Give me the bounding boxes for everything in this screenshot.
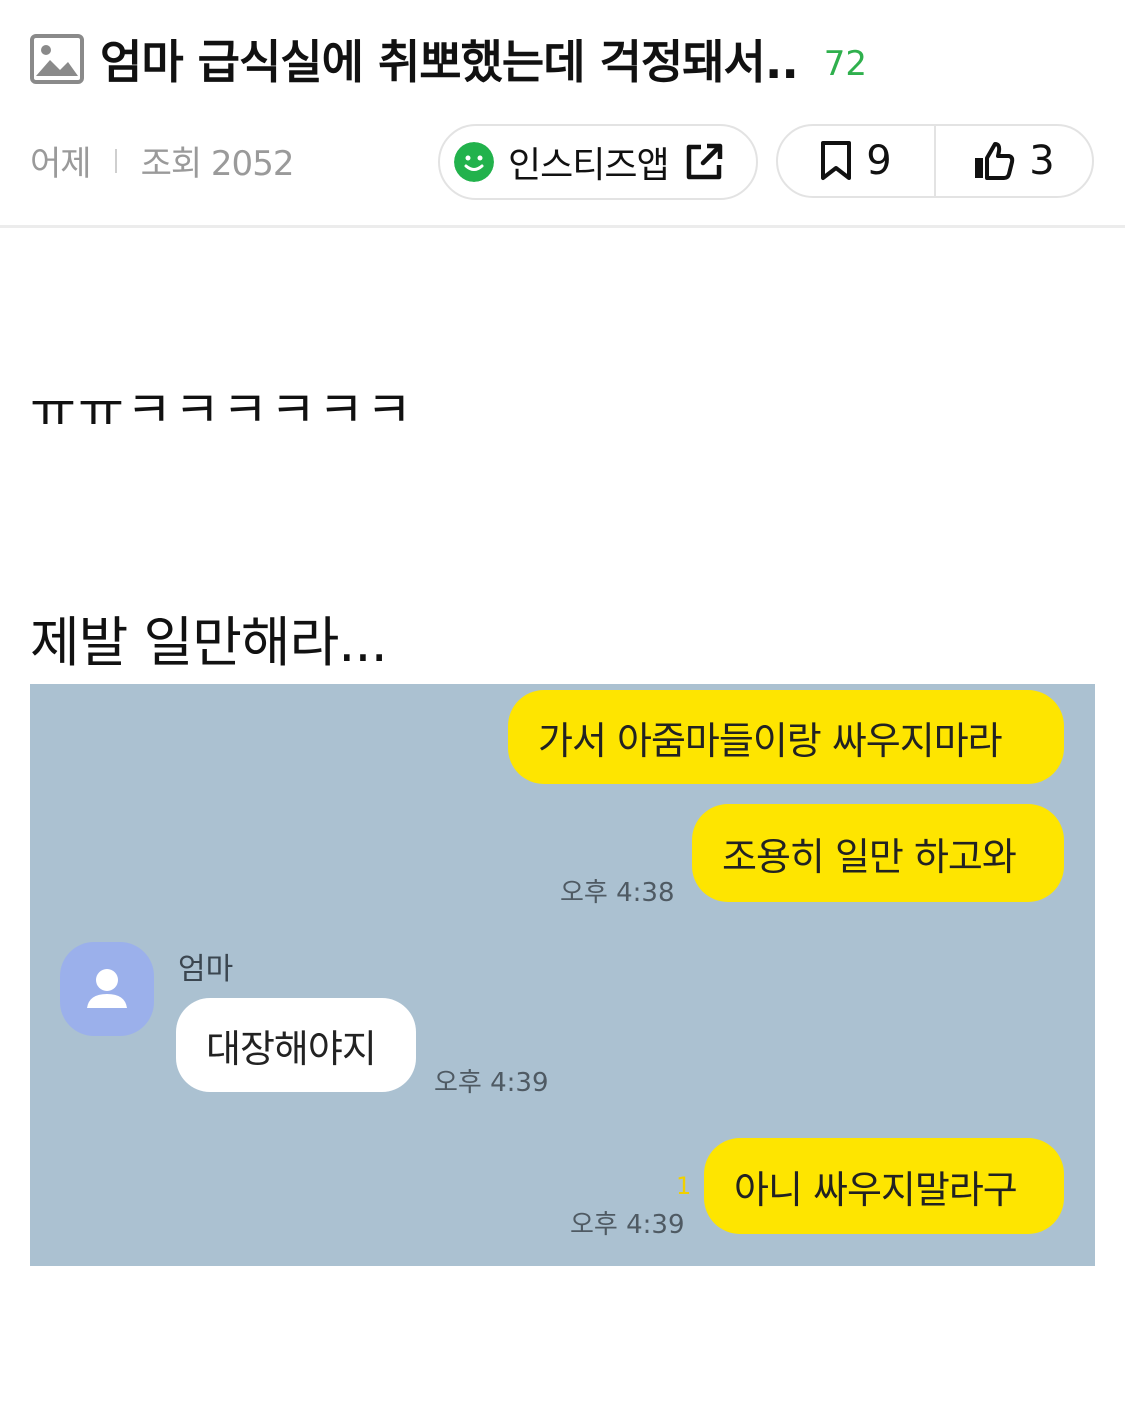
chat-bubble-mine: 아니 싸우지말라구 [704, 1138, 1064, 1234]
smile-icon [454, 142, 494, 182]
chat-bubble-mine: 조용히 일만 하고와 [692, 804, 1064, 902]
post-text-line: 제발 일만해라... [30, 611, 388, 674]
view-count: 조회 2052 [140, 144, 295, 184]
post-time: 어제 [30, 144, 92, 184]
post-title-row: 엄마 급식실에 취뽀했는데 걱정돼서.. 72 [30, 28, 867, 90]
avatar [60, 942, 154, 1036]
sender-name: 엄마 [178, 952, 234, 987]
post-meta: 어제 조회 2052 [30, 136, 295, 185]
message-time: 오후 4:39 [434, 1068, 549, 1098]
post-title: 엄마 급식실에 취뽀했는데 걱정돼서.. [100, 35, 799, 89]
message-time: 오후 4:38 [560, 878, 675, 908]
thumbs-up-icon [975, 142, 1015, 180]
like-button[interactable]: 3 [934, 126, 1092, 196]
open-app-label: 인스티즈앱 [508, 145, 670, 186]
message-time: 오후 4:39 [570, 1210, 685, 1240]
chat-bubble-theirs: 대장해야지 [176, 998, 416, 1092]
open-app-button[interactable]: 인스티즈앱 [438, 124, 758, 200]
chat-message-text: 조용히 일만 하고와 [722, 834, 1017, 879]
external-link-icon [686, 143, 722, 180]
unread-count: 1 [676, 1172, 692, 1200]
chat-message-text: 아니 싸우지말라구 [734, 1167, 1018, 1212]
comment-count[interactable]: 72 [824, 34, 867, 84]
meta-divider [114, 148, 117, 173]
post-text-line: ㅠㅠㅋㅋㅋㅋㅋㅋ [30, 381, 414, 439]
chat-message-text: 대장해야지 [206, 1026, 377, 1071]
chat-message-text: 가서 아줌마들이랑 싸우지마라 [538, 718, 1003, 763]
person-icon [87, 969, 127, 1008]
chat-screenshot: 가서 아줌마들이랑 싸우지마라 조용히 일만 하고와 오후 4:38 엄마 대장… [30, 684, 1095, 1266]
chat-bubble-mine: 가서 아줌마들이랑 싸우지마라 [508, 690, 1064, 784]
bookmark-count: 9 [866, 138, 892, 184]
reaction-group: 9 3 [776, 124, 1094, 198]
header-divider [0, 225, 1125, 228]
bookmark-icon [821, 141, 852, 180]
image-icon [30, 34, 84, 84]
bookmark-button[interactable]: 9 [778, 126, 934, 196]
like-count: 3 [1029, 138, 1055, 184]
